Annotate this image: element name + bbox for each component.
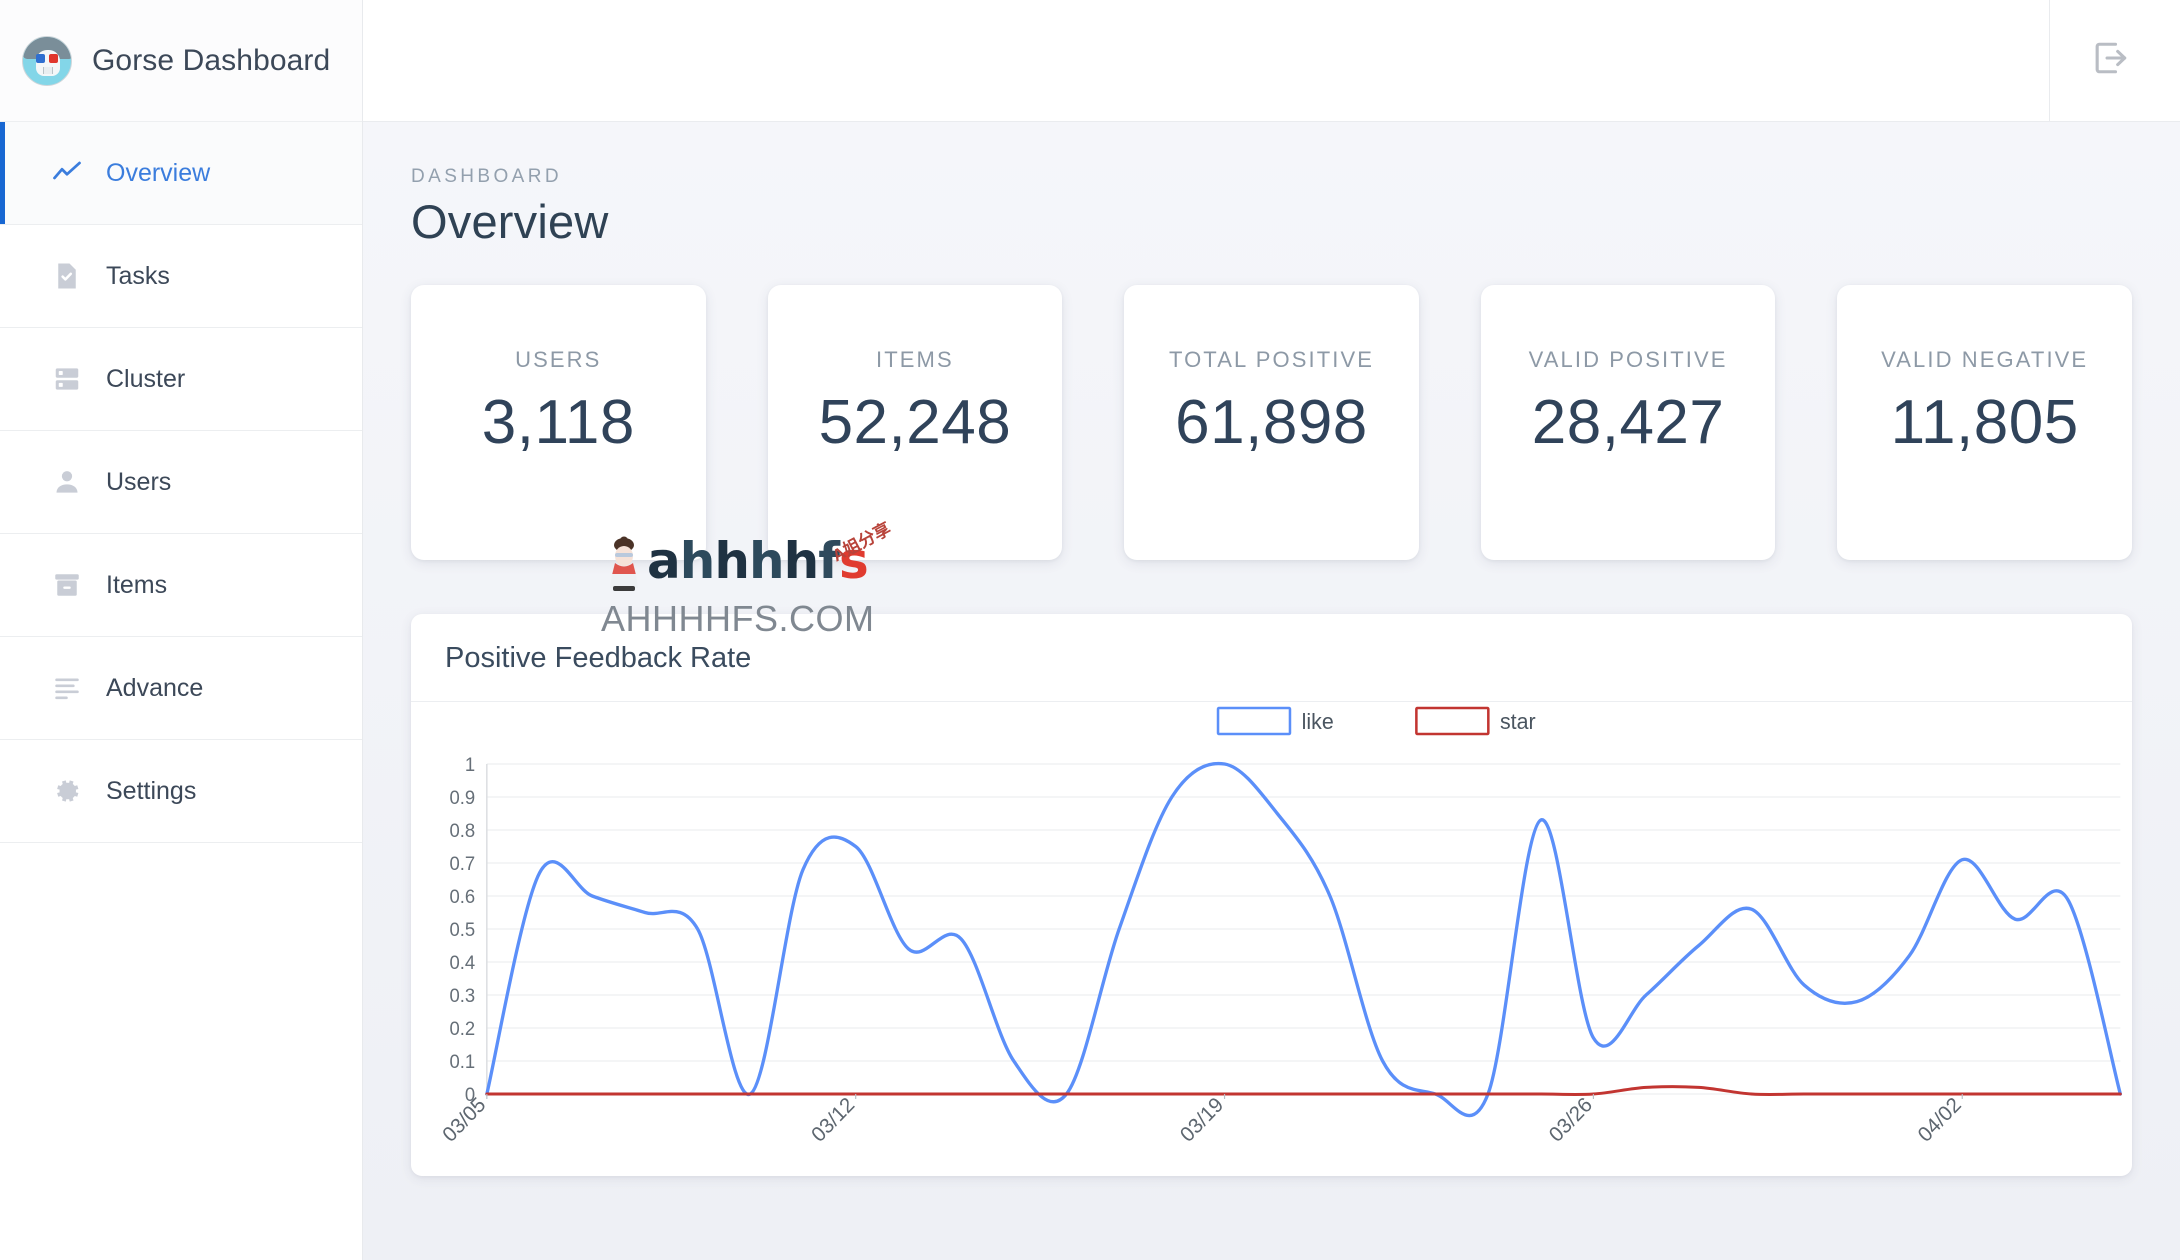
sidebar-item-label: Overview	[106, 159, 210, 188]
sidebar-item-overview[interactable]: Overview	[0, 122, 362, 225]
logout-button[interactable]	[2082, 33, 2138, 89]
sidebar-item-label: Settings	[106, 777, 196, 806]
line-chart-icon	[52, 158, 82, 188]
logout-icon	[2088, 36, 2132, 85]
chart-body: 00.10.20.30.40.50.60.70.80.9103/0503/120…	[411, 702, 2132, 1176]
series-line-star	[487, 1087, 2120, 1095]
stat-card-label: USERS	[515, 347, 601, 373]
main-area: DASHBOARD Overview USERS 3,118 ITEMS 52,…	[363, 0, 2180, 1260]
legend-label-star[interactable]: star	[1500, 709, 1536, 734]
legend-swatch-star[interactable]	[1416, 708, 1488, 734]
person-icon	[52, 467, 82, 497]
legend-label-like[interactable]: like	[1302, 709, 1334, 734]
y-axis-tick: 0.6	[450, 886, 476, 907]
sidebar-item-cluster[interactable]: Cluster	[0, 328, 362, 431]
stat-card-valid-negative[interactable]: VALID NEGATIVE 11,805	[1837, 285, 2132, 560]
x-axis-tick: 03/12	[807, 1093, 859, 1147]
stat-card-valid-positive[interactable]: VALID POSITIVE 28,427	[1481, 285, 1776, 560]
y-axis-tick: 0.2	[450, 1018, 476, 1039]
stat-card-value: 28,427	[1532, 387, 1725, 458]
x-axis-tick: 03/26	[1545, 1093, 1597, 1147]
stat-card-value: 61,898	[1175, 387, 1368, 458]
brand-header[interactable]: Gorse Dashboard	[0, 0, 362, 122]
breadcrumb: DASHBOARD	[411, 166, 2132, 188]
sidebar-item-label: Items	[106, 571, 167, 600]
stat-card-value: 3,118	[482, 387, 635, 458]
chart-title: Positive Feedback Rate	[445, 642, 2098, 675]
document-check-icon	[52, 261, 82, 291]
positive-feedback-rate-chart[interactable]: 00.10.20.30.40.50.60.70.80.9103/0503/120…	[411, 702, 2132, 1176]
sidebar-nav: Overview Tasks	[0, 122, 362, 843]
stat-cards: USERS 3,118 ITEMS 52,248 TOTAL POSITIVE …	[411, 285, 2132, 560]
sidebar-item-label: Tasks	[106, 262, 170, 291]
y-axis-tick: 0.8	[450, 820, 476, 841]
y-axis-tick: 0.4	[450, 952, 476, 973]
sidebar-item-label: Advance	[106, 674, 203, 703]
sidebar-item-label: Users	[106, 468, 171, 497]
y-axis-tick: 0.3	[450, 985, 476, 1006]
y-axis-tick: 0.1	[450, 1051, 476, 1072]
sidebar-item-tasks[interactable]: Tasks	[0, 225, 362, 328]
archive-box-icon	[52, 570, 82, 600]
y-axis-tick: 0.9	[450, 787, 476, 808]
sidebar: Gorse Dashboard Overview Tasks	[0, 0, 363, 1260]
legend-swatch-like[interactable]	[1218, 708, 1290, 734]
list-lines-icon	[52, 673, 82, 703]
stat-card-label: TOTAL POSITIVE	[1169, 347, 1374, 373]
server-stack-icon	[52, 364, 82, 394]
y-axis-tick: 0.7	[450, 853, 476, 874]
sidebar-item-settings[interactable]: Settings	[0, 740, 362, 843]
page-title: Overview	[411, 194, 2132, 249]
stat-card-label: VALID POSITIVE	[1529, 347, 1728, 373]
stat-card-value: 52,248	[819, 387, 1012, 458]
y-axis-tick: 1	[465, 754, 475, 775]
stat-card-label: VALID NEGATIVE	[1881, 347, 2088, 373]
sidebar-item-advance[interactable]: Advance	[0, 637, 362, 740]
skull-3d-glasses-avatar-icon	[22, 36, 72, 86]
sidebar-item-users[interactable]: Users	[0, 431, 362, 534]
brand-title: Gorse Dashboard	[92, 44, 330, 78]
stat-card-items[interactable]: ITEMS 52,248	[768, 285, 1063, 560]
sidebar-item-label: Cluster	[106, 365, 185, 394]
chart-panel-header: Positive Feedback Rate	[411, 614, 2132, 702]
stat-card-users[interactable]: USERS 3,118	[411, 285, 706, 560]
series-line-like	[487, 763, 2120, 1115]
y-axis-tick: 0.5	[450, 919, 476, 940]
x-axis-tick: 03/19	[1176, 1093, 1228, 1147]
stat-card-total-positive[interactable]: TOTAL POSITIVE 61,898	[1124, 285, 1419, 560]
stat-card-label: ITEMS	[876, 347, 954, 373]
top-bar	[363, 0, 2180, 122]
chart-panel: Positive Feedback Rate 00.10.20.30.40.50…	[411, 614, 2132, 1176]
sidebar-item-items[interactable]: Items	[0, 534, 362, 637]
app-root: Gorse Dashboard Overview Tasks	[0, 0, 2180, 1260]
stat-card-value: 11,805	[1891, 387, 2079, 458]
dashboard-content: DASHBOARD Overview USERS 3,118 ITEMS 52,…	[363, 122, 2180, 1260]
x-axis-tick: 04/02	[1914, 1093, 1966, 1147]
gear-icon	[52, 776, 82, 806]
